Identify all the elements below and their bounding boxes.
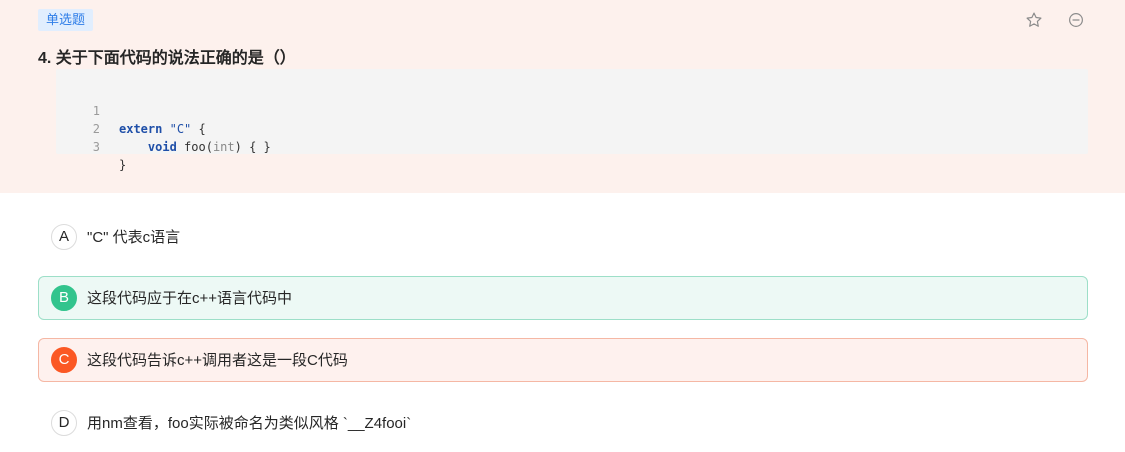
star-icon[interactable]: [1024, 10, 1044, 30]
line-number: 3: [92, 140, 100, 154]
option-text: 用nm查看，foo实际被命名为类似风格 `__Z4fooi`: [87, 415, 412, 432]
option-d[interactable]: D 用nm查看，foo实际被命名为类似风格 `__Z4fooi`: [38, 401, 1088, 445]
code-text: void foo(int) { }: [147, 140, 271, 154]
question-title: 4. 关于下面代码的说法正确的是（）: [38, 50, 296, 67]
option-letter: C: [51, 347, 77, 373]
option-letter: A: [51, 224, 77, 250]
option-a[interactable]: A "C" 代表c语言: [38, 215, 1088, 259]
question-type-badge: 单选题: [38, 9, 94, 31]
minus-circle-icon[interactable]: [1066, 10, 1086, 30]
option-text: 这段代码应于在c++语言代码中: [87, 290, 293, 307]
option-text: 这段代码告诉c++调用者这是一段C代码: [87, 352, 348, 369]
option-c[interactable]: C 这段代码告诉c++调用者这是一段C代码: [38, 338, 1088, 382]
code-line: 2 void foo(int) { }: [56, 102, 271, 154]
question-panel: 单选题 4. 关于下面代码的说法正确的是（） 1 extern "C" { 2 …: [0, 0, 1125, 193]
code-line: 1 extern "C" {: [56, 84, 206, 136]
code-text: }: [119, 158, 127, 172]
option-text: "C" 代表c语言: [87, 229, 181, 246]
option-letter: B: [51, 285, 77, 311]
code-text: extern "C" {: [119, 122, 206, 136]
option-b[interactable]: B 这段代码应于在c++语言代码中: [38, 276, 1088, 320]
option-letter: D: [51, 410, 77, 436]
code-block: 1 extern "C" { 2 void foo(int) { } 3 }: [56, 69, 1088, 172]
code-line: 3 }: [56, 120, 126, 172]
